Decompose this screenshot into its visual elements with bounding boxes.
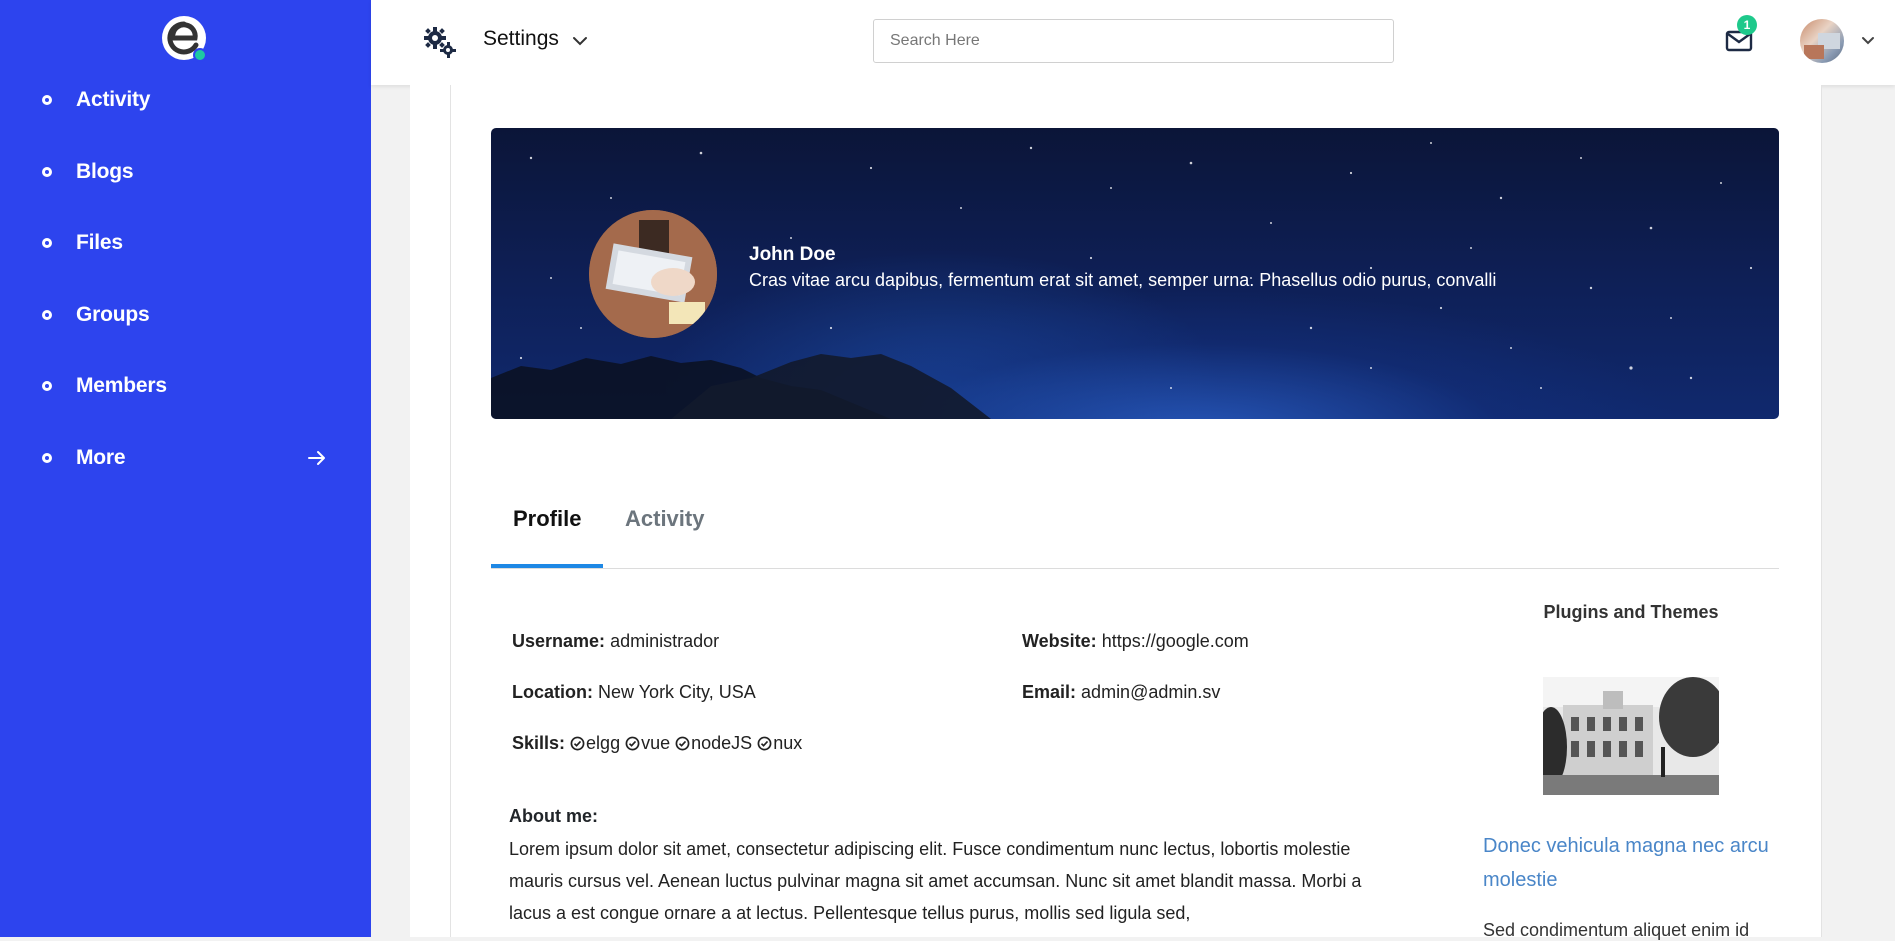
sidebar-item-blogs[interactable]: Blogs	[0, 147, 371, 197]
sidebar-item-label: Blogs	[76, 160, 134, 183]
skill-tag: vue	[625, 733, 670, 753]
location-field: Location: New York City, USA	[512, 682, 756, 703]
location-label: Location:	[512, 682, 593, 702]
sidebar-item-label: Members	[76, 374, 167, 397]
sidebar-item-label: Files	[76, 231, 123, 254]
top-bar: Settings 1	[371, 0, 1895, 85]
profile-description: Cras vitae arcu dapibus, fermentum erat …	[749, 270, 1497, 290]
skill-tag: elgg	[570, 733, 620, 753]
sidebar-item-more[interactable]: More	[0, 433, 371, 483]
settings-menu-label[interactable]: Settings	[483, 27, 559, 51]
skill-label: elgg	[586, 733, 621, 753]
username-field: Username: administrador	[512, 631, 719, 652]
circle-bullet-icon	[42, 310, 52, 320]
check-circle-icon	[757, 736, 772, 751]
profile-avatar[interactable]	[589, 210, 717, 338]
sidebar-item-label: Groups	[76, 303, 150, 326]
about-heading: About me:	[509, 806, 598, 826]
circle-bullet-icon	[42, 167, 52, 177]
plugin-thumbnail[interactable]	[1543, 677, 1719, 795]
sidebar-item-members[interactable]: Members	[0, 361, 371, 411]
circle-bullet-icon	[42, 95, 52, 105]
plugin-description: Sed condimentum aliquet enim id	[1483, 920, 1750, 940]
skill-label: nodeJS	[691, 733, 753, 753]
arrow-right-icon[interactable]	[306, 447, 328, 469]
elgg-logo-icon[interactable]	[160, 14, 210, 64]
sidebar-item-label: Activity	[76, 88, 151, 111]
skill-label: vue	[641, 733, 671, 753]
check-circle-icon	[570, 736, 585, 751]
plugins-heading: Plugins and Themes	[1543, 602, 1719, 622]
tab-activity[interactable]: Activity	[625, 506, 704, 532]
sidebar: Activity Blogs Files Groups Members More	[0, 0, 371, 937]
circle-bullet-icon	[42, 238, 52, 248]
chevron-down-icon[interactable]	[1860, 33, 1876, 49]
email-value[interactable]: admin@admin.sv	[1081, 682, 1220, 702]
profile-name: John Doe	[749, 244, 836, 265]
circle-bullet-icon	[42, 453, 52, 463]
skills-field: Skills: elgg vue nodeJS nux	[512, 733, 802, 754]
email-label: Email:	[1022, 682, 1077, 702]
check-circle-icon	[675, 736, 690, 751]
active-tab-indicator	[491, 564, 603, 568]
skills-label: Skills:	[512, 733, 566, 753]
sidebar-item-groups[interactable]: Groups	[0, 290, 371, 340]
notification-badge: 1	[1737, 15, 1757, 35]
gears-icon[interactable]	[424, 26, 456, 58]
plugin-link[interactable]: Donec vehicula magna nec arcu molestie	[1483, 829, 1783, 897]
skill-tag: nodeJS	[675, 733, 752, 753]
user-avatar[interactable]	[1800, 19, 1844, 63]
check-circle-icon	[625, 736, 640, 751]
skill-label: nux	[773, 733, 803, 753]
sidebar-item-label: More	[76, 446, 126, 469]
search-input[interactable]	[873, 19, 1394, 63]
website-field: Website: https://google.com	[1022, 631, 1249, 652]
tab-profile[interactable]: Profile	[513, 506, 581, 532]
email-field: Email: admin@admin.sv	[1022, 682, 1220, 703]
profile-tabs: Profile Activity	[491, 470, 1779, 569]
about-text: Lorem ipsum dolor sit amet, consectetur …	[509, 839, 1362, 923]
chevron-down-icon[interactable]	[571, 32, 589, 50]
sidebar-item-activity[interactable]: Activity	[0, 75, 371, 125]
sidebar-item-files[interactable]: Files	[0, 218, 371, 268]
username-value: administrador	[610, 631, 720, 651]
circle-bullet-icon	[42, 381, 52, 391]
location-value: New York City, USA	[598, 682, 756, 702]
website-value[interactable]: https://google.com	[1102, 631, 1249, 651]
profile-banner: John Doe Cras vitae arcu dapibus, fermen…	[491, 128, 1779, 419]
username-label: Username:	[512, 631, 606, 651]
skill-tag: nux	[757, 733, 802, 753]
website-label: Website:	[1022, 631, 1097, 651]
